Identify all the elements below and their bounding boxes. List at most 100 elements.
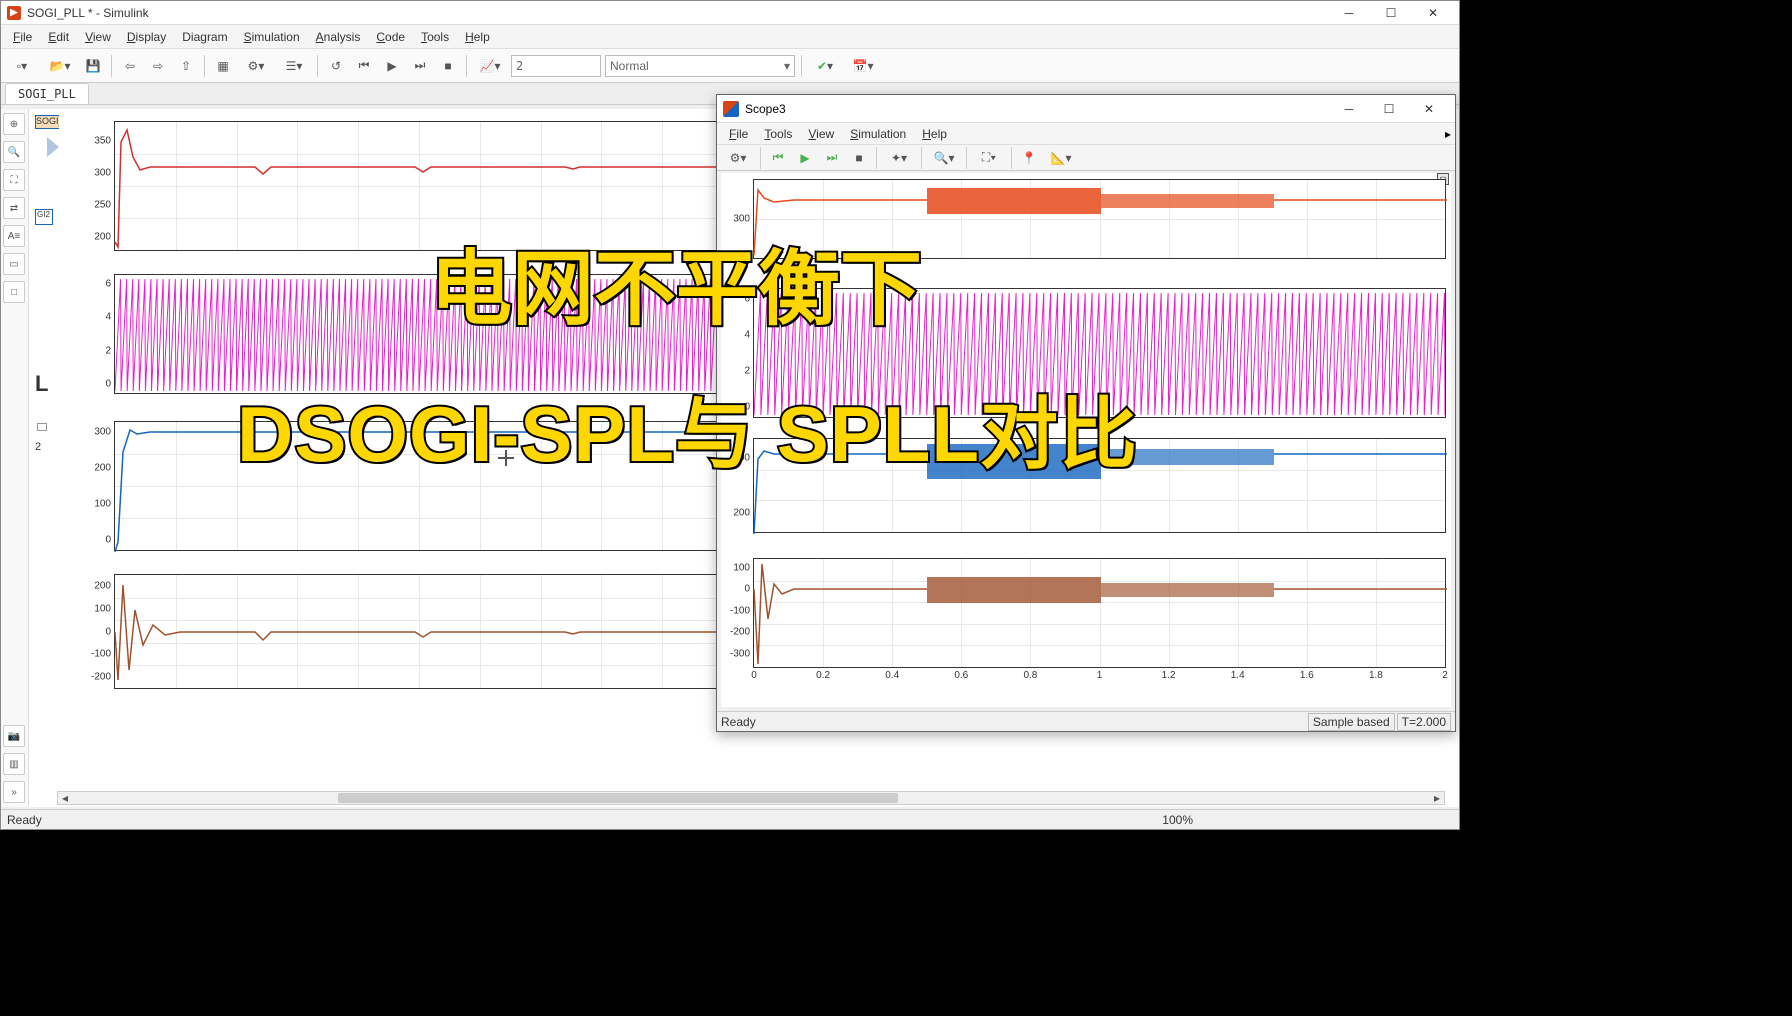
overlay-title-2: DSOGI-SPL与 SPLL对比 xyxy=(237,372,1138,484)
scope-stepfwd-button[interactable]: ⏭ xyxy=(820,146,844,170)
scope-menu-view[interactable]: View xyxy=(800,125,842,143)
model-config-button[interactable]: ⚙▾ xyxy=(239,54,273,78)
scope-stop-button[interactable]: ■ xyxy=(847,146,871,170)
image-tool-button[interactable]: ▭ xyxy=(3,253,25,275)
scroll-thumb[interactable] xyxy=(338,793,898,803)
scope-trigger-button[interactable]: ✦▾ xyxy=(882,146,916,170)
scope-menu-more-icon[interactable]: ▸ xyxy=(1445,127,1451,141)
status-zoom: 100% xyxy=(1162,813,1193,827)
schedule-button[interactable]: 📅▾ xyxy=(846,54,880,78)
scope3-titlebar[interactable]: Scope3 ─ ☐ ✕ xyxy=(717,95,1455,123)
scope-close-button[interactable]: ✕ xyxy=(1409,98,1449,120)
scope-menu-tools[interactable]: Tools xyxy=(756,125,800,143)
scope-menu-simulation[interactable]: Simulation xyxy=(842,125,914,143)
open-button[interactable]: 📂▾ xyxy=(43,54,77,78)
save-button[interactable]: 💾 xyxy=(81,54,105,78)
simulink-icon xyxy=(7,6,21,20)
minimize-button[interactable]: ─ xyxy=(1329,2,1369,24)
scope3-menubar: File Tools View Simulation Help ▸ xyxy=(717,123,1455,145)
status-ready: Ready xyxy=(7,813,42,827)
expand-button[interactable]: » xyxy=(3,781,25,803)
simulink-menubar: File Edit View Display Diagram Simulatio… xyxy=(1,25,1459,49)
back-button[interactable]: ⇦ xyxy=(118,54,142,78)
simulink-toolbar: ▫▾ 📂▾ 💾 ⇦ ⇨ ⇧ ▦ ⚙▾ ☰▾ ↺ ⏮ ▶ ⏭ ■ 📈▾ Norma… xyxy=(1,49,1459,83)
scope3-toolbar: ⚙▾ ⏮ ▶ ⏭ ■ ✦▾ 🔍▾ ⛶▾ 📍 📐▾ xyxy=(717,145,1455,171)
r-trace-brown xyxy=(754,559,1445,667)
window-title: SOGI_PLL * - Simulink xyxy=(27,6,1329,20)
breadcrumb-fragment[interactable]: SOGI_PLL xyxy=(35,115,60,129)
burst-4b xyxy=(1101,583,1274,597)
scope3-title: Scope3 xyxy=(745,102,1329,116)
signals-tool-button[interactable]: ⇄ xyxy=(3,197,25,219)
canvas-side-toolbar: ⊕ 🔍 ⛶ ⇄ A≡ ▭ □ 📷 ▥ » xyxy=(1,109,29,807)
menu-edit[interactable]: Edit xyxy=(40,28,77,46)
menu-file[interactable]: File xyxy=(5,28,40,46)
fit-tool-button[interactable]: ⛶ xyxy=(3,169,25,191)
run-button[interactable]: ▶ xyxy=(380,54,404,78)
screenshot-button[interactable]: 📷 xyxy=(3,725,25,747)
overlay-title-1: 电网不平衡下 xyxy=(430,222,922,341)
scope-menu-help[interactable]: Help xyxy=(914,125,955,143)
right-plot-4[interactable]: 100 0 -100 -200 -300 0 0.2 0.4 0.6 0.8 1… xyxy=(753,558,1446,668)
scroll-right-button[interactable]: ▸ xyxy=(1430,792,1444,804)
menu-help[interactable]: Help xyxy=(457,28,498,46)
block-2: 2 xyxy=(35,441,41,453)
scope-status-mode: Sample based xyxy=(1308,713,1395,731)
trace-brown xyxy=(115,575,723,688)
scope-zoom-button[interactable]: 🔍▾ xyxy=(927,146,961,170)
menu-view[interactable]: View xyxy=(77,28,119,46)
check-button[interactable]: ✔▾ xyxy=(808,54,842,78)
burst-1a xyxy=(927,188,1101,214)
forward-button[interactable]: ⇨ xyxy=(146,54,170,78)
annotate-tool-button[interactable]: A≡ xyxy=(3,225,25,247)
scope-cursor-button[interactable]: 📍 xyxy=(1017,146,1041,170)
menu-display[interactable]: Display xyxy=(119,28,174,46)
scope-stepback-button[interactable]: ⏮ xyxy=(766,146,790,170)
variant-button[interactable]: ▥ xyxy=(3,753,25,775)
step-back-button[interactable]: ⏮ xyxy=(352,54,376,78)
matlab-icon xyxy=(723,101,739,117)
scope-run-button[interactable]: ▶ xyxy=(793,146,817,170)
burst-4a xyxy=(927,577,1101,603)
up-button[interactable]: ⇧ xyxy=(174,54,198,78)
zoom-tool-button[interactable]: 🔍 xyxy=(3,141,25,163)
signal-button[interactable]: 📈▾ xyxy=(473,54,507,78)
window-controls: ─ ☐ ✕ xyxy=(1329,2,1453,24)
menu-tools[interactable]: Tools xyxy=(413,28,457,46)
block-small[interactable] xyxy=(37,423,47,431)
model-explorer-button[interactable]: ☰▾ xyxy=(277,54,311,78)
menu-analysis[interactable]: Analysis xyxy=(308,28,369,46)
area-tool-button[interactable]: □ xyxy=(3,281,25,303)
left-plot-4[interactable]: 200 100 0 -100 -200 xyxy=(114,574,724,689)
new-model-button[interactable]: ▫▾ xyxy=(5,54,39,78)
scope-menu-file[interactable]: File xyxy=(721,125,756,143)
menu-simulation[interactable]: Simulation xyxy=(236,28,308,46)
library-browser-button[interactable]: ▦ xyxy=(211,54,235,78)
maximize-button[interactable]: ☐ xyxy=(1371,2,1411,24)
block-l: L xyxy=(35,371,48,397)
scope-measure-button[interactable]: 📐▾ xyxy=(1044,146,1078,170)
sim-mode-select[interactable]: Normal▾ xyxy=(605,55,795,77)
scope-minimize-button[interactable]: ─ xyxy=(1329,98,1369,120)
simulink-statusbar: Ready 100% xyxy=(1,809,1459,829)
block-gi2[interactable]: GI2 xyxy=(35,209,53,225)
stop-button[interactable]: ■ xyxy=(436,54,460,78)
close-button[interactable]: ✕ xyxy=(1413,2,1453,24)
scroll-left-button[interactable]: ◂ xyxy=(58,792,72,804)
canvas-h-scrollbar[interactable]: ◂ ▸ xyxy=(57,791,1445,805)
stop-time-input[interactable] xyxy=(511,55,601,77)
scope-autoscale-button[interactable]: ⛶▾ xyxy=(972,146,1006,170)
scope-config-button[interactable]: ⚙▾ xyxy=(721,146,755,170)
menu-diagram[interactable]: Diagram xyxy=(174,28,235,46)
simulink-titlebar: SOGI_PLL * - Simulink ─ ☐ ✕ xyxy=(1,1,1459,25)
hide-tool-button[interactable]: ⊕ xyxy=(3,113,25,135)
block-fragment: SOGI_PLL GI2 L 2 xyxy=(35,115,60,545)
step-forward-button[interactable]: ⏭ xyxy=(408,54,432,78)
scope-status-time: T=2.000 xyxy=(1397,713,1451,731)
menu-code[interactable]: Code xyxy=(368,28,413,46)
scope3-statusbar: Ready Sample based T=2.000 xyxy=(717,711,1455,731)
fast-restart-button[interactable]: ↺ xyxy=(324,54,348,78)
scope-maximize-button[interactable]: ☐ xyxy=(1369,98,1409,120)
scope-status-ready: Ready xyxy=(721,715,756,729)
model-tab[interactable]: SOGI_PLL xyxy=(5,83,89,104)
